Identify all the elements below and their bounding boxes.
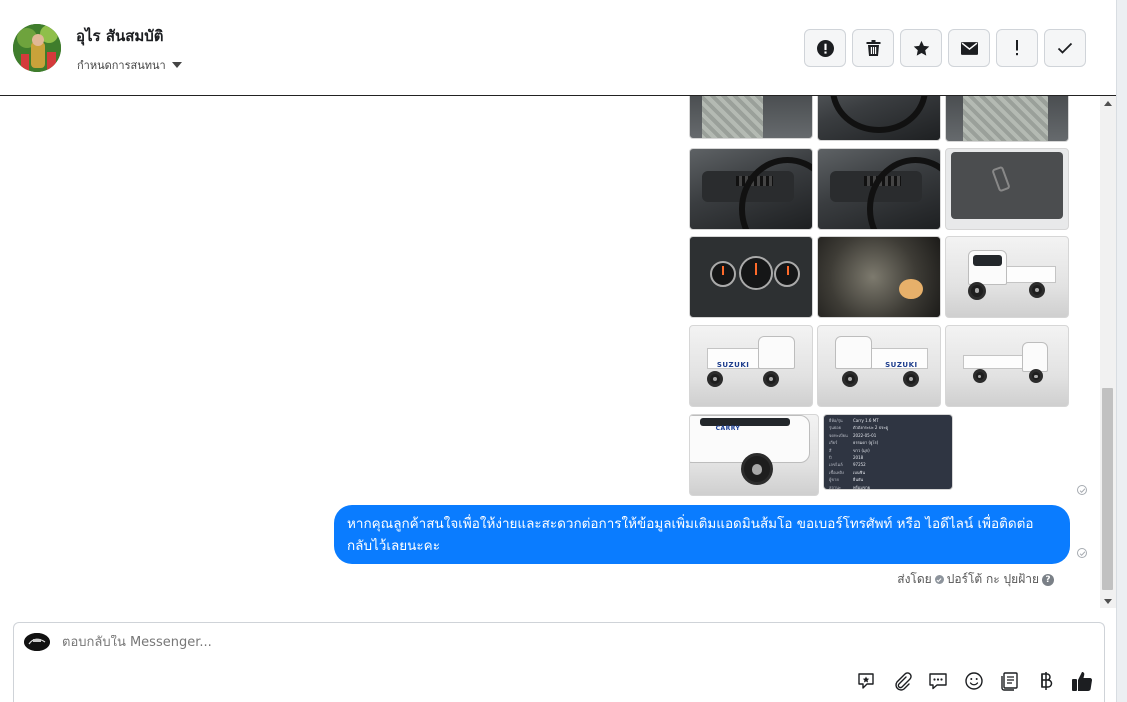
read-receipt-icon: [1077, 548, 1087, 558]
spec-value: เบนซิน: [853, 469, 866, 475]
sender-name[interactable]: ปอร์โต้ กะ ปุยฝ้าย: [947, 570, 1039, 589]
spec-row: สี ขาว (มุก): [824, 447, 952, 454]
attach-button[interactable]: [890, 669, 914, 693]
payment-button[interactable]: [1034, 669, 1058, 693]
spec-key: ผู้ขาย: [829, 477, 839, 483]
spec-key: ปี: [829, 455, 832, 461]
conversation-header: อุไร สันสมบัติ กำหนดการสนทนา: [0, 0, 1116, 96]
spec-row: สถานะ พร้อมขาย: [824, 484, 952, 490]
car-spec-card[interactable]: ยี่ห้อ/รุ่น Carry 1.6 MT รุ่นย่อย ตัวถังกระ…: [823, 414, 953, 490]
envelope-icon: [960, 41, 978, 55]
star-icon: [913, 40, 929, 56]
message-scrollbar[interactable]: [1100, 96, 1116, 608]
reply-input[interactable]: [62, 635, 962, 650]
exclamation-icon: [1016, 40, 1018, 56]
scroll-down-arrow-icon[interactable]: [1104, 599, 1112, 604]
sticker-star-button[interactable]: [854, 669, 878, 693]
emoji-icon: [965, 672, 983, 690]
caret-down-icon: [171, 62, 182, 68]
spec-row: รุ่นย่อย ตัวถังกระบะ 2 ประตู: [824, 424, 952, 431]
read-receipt-icon: [1077, 485, 1087, 495]
trash-icon: [866, 40, 880, 56]
spec-row: เชื้อเพลิง เบนซิน: [824, 469, 952, 476]
car-photo-dashboard-1[interactable]: [689, 148, 813, 230]
spec-value: 2022-05-01: [853, 432, 877, 438]
spec-row: ยี่ห้อ/รุ่น Carry 1.6 MT: [824, 417, 952, 424]
spec-row: เกียร์ ธรรมดา (ยูโร): [824, 439, 952, 446]
alert-circle-icon: [816, 39, 834, 57]
spec-row: ปี 2018: [824, 454, 952, 461]
truck-brand-label: SUZUKI: [885, 361, 918, 370]
car-photo-gear-shift[interactable]: [689, 96, 813, 139]
reply-composer: [13, 622, 1105, 702]
check-icon: [1057, 42, 1073, 54]
car-photo-truck-front-closeup[interactable]: CARRY: [689, 414, 819, 496]
saved-replies-button[interactable]: [926, 669, 950, 693]
car-photo-door-panel[interactable]: [945, 148, 1069, 230]
spec-key: ยี่ห้อ/รุ่น: [829, 418, 843, 423]
car-photo-gauges[interactable]: [689, 236, 813, 318]
mark-spam-button[interactable]: [804, 29, 846, 67]
header-actions: [804, 29, 1086, 67]
car-photo-engine[interactable]: [817, 236, 941, 318]
spec-key: เชื้อเพลิง: [829, 469, 844, 475]
mark-unread-button[interactable]: [948, 29, 990, 67]
spec-value: 2018: [853, 455, 864, 461]
delete-button[interactable]: [852, 29, 894, 67]
sticker-star-icon: [858, 673, 874, 689]
spec-key: สี: [829, 447, 832, 453]
scroll-up-arrow-icon[interactable]: [1104, 101, 1112, 106]
sent-by-info: ส่งโดย ปอร์โต้ กะ ปุยฝ้าย ?: [897, 570, 1054, 589]
notes-button[interactable]: [998, 669, 1022, 693]
conversation-settings-label: กำหนดการสนทนา: [77, 59, 166, 72]
inbox-conversation-view: อุไร สันสมบัติ กำหนดการสนทนา SUZUKI SUZU…: [0, 0, 1127, 702]
spec-row: เลขไมล์ 97252: [824, 461, 952, 468]
emoji-button[interactable]: [962, 669, 986, 693]
conversation-settings-dropdown[interactable]: กำหนดการสนทนา: [77, 56, 182, 74]
baht-icon: [1041, 672, 1053, 690]
saved-replies-icon: [929, 673, 947, 690]
car-spec-rows: ยี่ห้อ/รุ่น Carry 1.6 MT รุ่นย่อย ตัวถังกระ…: [824, 417, 952, 490]
message-list[interactable]: SUZUKI SUZUKI CARRY ยี่ห้อ/รุ่น Carry 1.6…: [0, 96, 1100, 608]
spec-value: พร้อมขาย: [853, 484, 871, 490]
composer-toolbar: [854, 669, 1094, 693]
page-logo-avatar: [24, 633, 50, 651]
paperclip-icon: [895, 672, 912, 691]
help-icon[interactable]: ?: [1042, 573, 1054, 586]
car-photo-seats[interactable]: [945, 96, 1069, 142]
car-photo-truck-side[interactable]: [945, 325, 1069, 407]
spec-value: 97252: [853, 462, 866, 468]
car-photo-truck-rear-2[interactable]: SUZUKI: [817, 325, 941, 407]
spec-key: เลขไมล์: [829, 462, 843, 468]
car-photo-dashboard-2[interactable]: [817, 148, 941, 230]
outgoing-message-bubble[interactable]: หากคุณลูกค้าสนใจเพื่อให้ง่ายและสะดวกต่อก…: [334, 505, 1070, 564]
spec-value: ขาว (มุก): [853, 447, 870, 453]
spec-row: จดทะเบียน 2022-05-01: [824, 432, 952, 439]
sent-by-label: ส่งโดย: [897, 572, 932, 586]
mark-done-button[interactable]: [1044, 29, 1086, 67]
follow-up-button[interactable]: [996, 29, 1038, 67]
car-photo-console[interactable]: [817, 96, 941, 141]
spec-value: ยืนยัน: [853, 477, 864, 483]
right-panel-edge: [1116, 0, 1127, 702]
scrollbar-thumb[interactable]: [1102, 388, 1113, 590]
car-photo-truck-front[interactable]: [945, 236, 1069, 318]
spec-value: ตัวถังกระบะ 2 ประตู: [853, 425, 889, 431]
spec-row: ผู้ขาย ยืนยัน: [824, 476, 952, 483]
truck-brand-label: SUZUKI: [716, 361, 750, 370]
notes-icon: [1001, 672, 1018, 691]
verified-check-icon: [934, 575, 944, 584]
car-photo-truck-rear-1[interactable]: SUZUKI: [689, 325, 813, 407]
star-button[interactable]: [900, 29, 942, 67]
spec-key: สถานะ: [829, 484, 841, 490]
spec-value: Carry 1.6 MT: [853, 418, 879, 423]
avatar[interactable]: [13, 24, 61, 72]
spec-key: จดทะเบียน: [829, 432, 848, 438]
spec-key: เกียร์: [829, 440, 838, 446]
like-button[interactable]: [1070, 669, 1094, 693]
spec-key: รุ่นย่อย: [829, 425, 841, 431]
thumbs-up-icon: [1072, 672, 1093, 691]
contact-name[interactable]: อุไร สันสมบัติ: [76, 24, 164, 48]
spec-value: ธรรมดา (ยูโร): [853, 440, 879, 446]
